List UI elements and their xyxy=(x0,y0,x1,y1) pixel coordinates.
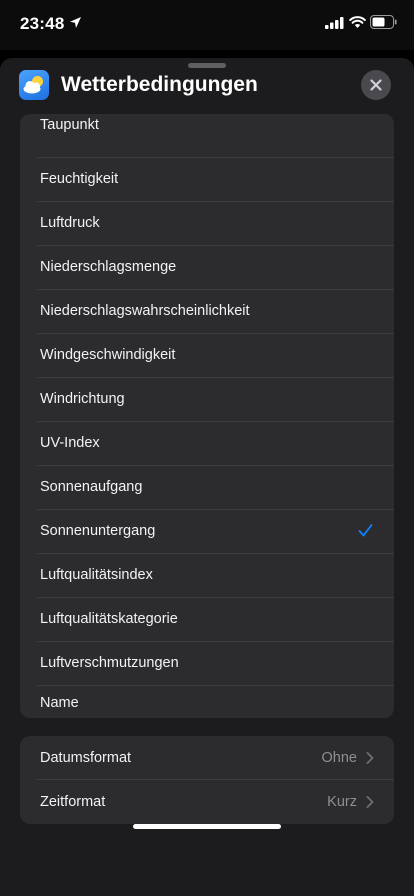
wifi-icon xyxy=(349,16,366,28)
checkmark-icon xyxy=(358,524,373,537)
weather-app-icon xyxy=(19,70,49,100)
sheet-grabber[interactable] xyxy=(188,63,226,68)
list-item-name[interactable]: Name xyxy=(20,686,394,718)
list-item-label: Luftqualitätsindex xyxy=(40,567,153,583)
close-icon xyxy=(370,79,382,91)
list-item-sonnenuntergang[interactable]: Sonnenuntergang xyxy=(20,510,394,554)
format-settings: Datumsformat Ohne Zeitformat Kurz xyxy=(20,736,394,824)
list-item-windrichtung[interactable]: Windrichtung xyxy=(20,378,394,422)
list-item-niederschlagswahrscheinlichkeit[interactable]: Niederschlagswahrscheinlichkeit xyxy=(20,290,394,334)
list-item-label: Niederschlagsmenge xyxy=(40,259,177,275)
list-item-label: Niederschlagswahrscheinlichkeit xyxy=(40,303,250,319)
status-bar: 23:48 xyxy=(0,0,414,50)
status-time: 23:48 xyxy=(20,14,65,33)
chevron-right-icon xyxy=(366,752,374,764)
list-item-luftverschmutzungen[interactable]: Luftverschmutzungen xyxy=(20,642,394,686)
list-item-label: Luftdruck xyxy=(40,215,100,231)
list-item-luftdruck[interactable]: Luftdruck xyxy=(20,202,394,246)
list-item-label: Taupunkt xyxy=(40,117,99,133)
time-format-value: Kurz xyxy=(327,794,357,810)
list-item-label: Luftverschmutzungen xyxy=(40,655,179,671)
time-format-label: Zeitformat xyxy=(40,794,106,810)
sheet-title: Wetterbedingungen xyxy=(61,73,258,96)
location-arrow-icon xyxy=(70,17,81,28)
list-item-taupunkt[interactable]: Taupunkt xyxy=(20,114,394,158)
list-item-label: UV-Index xyxy=(40,435,100,451)
date-format-label: Datumsformat xyxy=(40,750,132,766)
date-format-value: Ohne xyxy=(321,750,357,766)
chevron-right-icon xyxy=(366,796,374,808)
list-item-uv-index[interactable]: UV-Index xyxy=(20,422,394,466)
list-item-niederschlagsmenge[interactable]: Niederschlagsmenge xyxy=(20,246,394,290)
list-item-feuchtigkeit[interactable]: Feuchtigkeit xyxy=(20,158,394,202)
list-item-label: Name xyxy=(40,695,79,711)
close-button[interactable] xyxy=(361,70,391,100)
battery-icon xyxy=(370,15,397,29)
cellular-signal-icon xyxy=(325,17,344,29)
list-item-label: Windgeschwindigkeit xyxy=(40,347,176,363)
home-indicator[interactable] xyxy=(133,824,281,829)
date-format-row[interactable]: Datumsformat Ohne xyxy=(20,736,394,780)
weather-conditions-sheet: Wetterbedingungen Taupunkt Feuchtigkeit … xyxy=(0,58,414,896)
time-format-row[interactable]: Zeitformat Kurz xyxy=(20,780,394,824)
list-item-label: Feuchtigkeit xyxy=(40,171,119,187)
list-item-label: Luftqualitätskategorie xyxy=(40,611,178,627)
list-item-label: Sonnenaufgang xyxy=(40,479,143,495)
list-item-luftqualitaetskategorie[interactable]: Luftqualitätskategorie xyxy=(20,598,394,642)
list-item-luftqualitaetsindex[interactable]: Luftqualitätsindex xyxy=(20,554,394,598)
list-item-sonnenaufgang[interactable]: Sonnenaufgang xyxy=(20,466,394,510)
list-item-label: Windrichtung xyxy=(40,391,125,407)
list-item-label: Sonnenuntergang xyxy=(40,523,156,539)
conditions-list: Taupunkt Feuchtigkeit Luftdruck Niedersc… xyxy=(20,114,394,718)
list-item-windgeschwindigkeit[interactable]: Windgeschwindigkeit xyxy=(20,334,394,378)
